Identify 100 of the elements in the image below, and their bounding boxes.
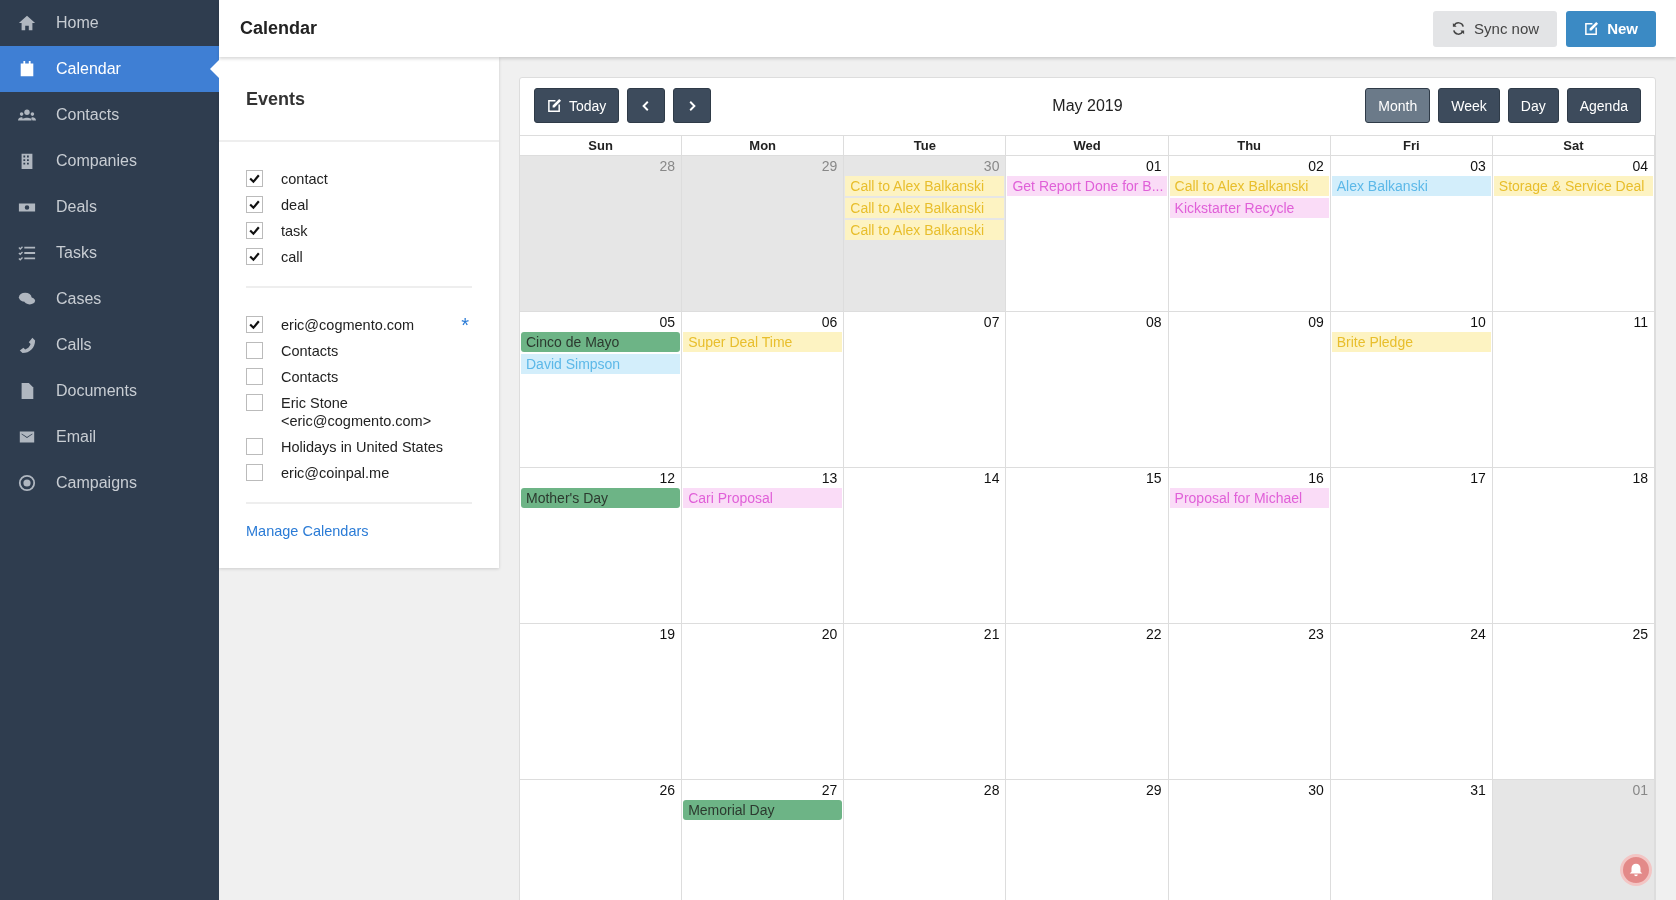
checkbox[interactable] bbox=[246, 464, 263, 481]
weekday-header: Thu bbox=[1168, 136, 1331, 156]
view-tab[interactable]: Month bbox=[1365, 88, 1431, 123]
day-number: 30 bbox=[1308, 782, 1324, 798]
day-cell[interactable]: 17 bbox=[1330, 468, 1493, 624]
sidebar-item[interactable]: Contacts bbox=[0, 92, 219, 138]
day-number: 20 bbox=[821, 626, 838, 642]
weekday-header: Wed bbox=[1006, 136, 1169, 156]
checkbox[interactable] bbox=[246, 170, 263, 187]
day-cell[interactable]: 12 Mother's Day bbox=[520, 468, 683, 624]
day-cell[interactable]: 15 bbox=[1006, 468, 1169, 624]
day-cell[interactable]: 22 bbox=[1006, 624, 1169, 780]
previous-button[interactable] bbox=[627, 88, 666, 123]
day-number: 21 bbox=[983, 626, 1000, 642]
default-marker: * bbox=[461, 316, 469, 334]
day-cell[interactable]: 14 bbox=[844, 468, 1007, 624]
day-number: 07 bbox=[983, 314, 1000, 330]
day-cell[interactable]: 20 bbox=[682, 624, 845, 780]
checkbox[interactable] bbox=[246, 196, 263, 213]
day-number: 24 bbox=[1470, 626, 1486, 642]
next-button[interactable] bbox=[673, 88, 712, 123]
sidebar-item[interactable]: Tasks bbox=[0, 230, 219, 276]
sidebar-item[interactable]: Home bbox=[0, 0, 219, 46]
checkbox[interactable] bbox=[246, 368, 263, 385]
month-title: May 2019 bbox=[1052, 96, 1123, 115]
day-number: 17 bbox=[1470, 470, 1486, 486]
view-tab[interactable]: Week bbox=[1438, 88, 1500, 123]
view-tab[interactable]: Day bbox=[1507, 88, 1559, 123]
checkbox[interactable] bbox=[246, 222, 263, 239]
day-number: 10 bbox=[1470, 314, 1486, 330]
day-number: 09 bbox=[1308, 314, 1324, 330]
day-cell[interactable]: 04 Storage & Service Deal bbox=[1492, 156, 1655, 312]
day-number: 30 bbox=[983, 158, 1000, 174]
view-tab[interactable]: Agenda bbox=[1566, 88, 1641, 123]
sidebar-item[interactable]: Email bbox=[0, 414, 219, 460]
sidebar-item[interactable]: Deals bbox=[0, 184, 219, 230]
day-number: 05 bbox=[659, 314, 676, 330]
day-number: 01 bbox=[1146, 158, 1162, 174]
day-cell[interactable]: 27 Memorial Day bbox=[682, 780, 845, 900]
day-cell[interactable]: 24 bbox=[1330, 624, 1493, 780]
day-cell[interactable]: 28 bbox=[844, 780, 1007, 900]
day-cell[interactable]: 29 bbox=[1006, 780, 1169, 900]
checkbox[interactable] bbox=[246, 342, 263, 359]
checkbox[interactable] bbox=[246, 438, 263, 455]
calendar-label: Contacts bbox=[281, 342, 340, 360]
day-cell[interactable]: 13 Cari Proposal bbox=[682, 468, 845, 624]
day-number: 25 bbox=[1632, 626, 1648, 642]
sidebar-item[interactable]: Documents bbox=[0, 368, 219, 414]
today-button[interactable]: Today bbox=[534, 88, 620, 123]
manage-calendars-link[interactable]: Manage Calendars bbox=[246, 523, 369, 539]
day-number: 16 bbox=[1308, 470, 1324, 486]
day-cell[interactable]: 18 bbox=[1492, 468, 1655, 624]
calendar-event[interactable]: Mother's Day bbox=[521, 488, 681, 508]
phone-icon bbox=[18, 336, 36, 354]
sidebar-item[interactable]: Companies bbox=[0, 138, 219, 184]
sidebar-item[interactable]: Calls bbox=[0, 322, 219, 368]
target-icon bbox=[18, 474, 36, 492]
day-cell[interactable]: 10 Brite Pledge bbox=[1330, 312, 1493, 468]
day-number: 03 bbox=[1470, 158, 1486, 174]
day-number: 01 bbox=[1632, 782, 1648, 798]
edit-icon bbox=[547, 98, 562, 113]
day-cell[interactable]: 07 bbox=[844, 312, 1007, 468]
day-cell[interactable]: 08 bbox=[1006, 312, 1169, 468]
day-cell[interactable]: 16 Proposal for Michael bbox=[1168, 468, 1331, 624]
day-cell[interactable]: 09 bbox=[1168, 312, 1331, 468]
sidebar-item[interactable]: Cases bbox=[0, 276, 219, 322]
new-button[interactable]: New bbox=[1566, 10, 1656, 47]
day-number: 02 bbox=[1308, 158, 1324, 174]
checkbox[interactable] bbox=[246, 394, 263, 411]
calendar-label: eric@coinpal.me bbox=[281, 464, 391, 482]
day-cell[interactable]: 30 bbox=[1168, 780, 1331, 900]
day-number: 29 bbox=[821, 158, 838, 174]
day-number: 26 bbox=[659, 782, 676, 798]
day-number: 08 bbox=[1146, 314, 1162, 330]
sync-button[interactable]: Sync now bbox=[1433, 10, 1558, 47]
calendar-event[interactable]: Memorial Day bbox=[683, 800, 843, 820]
day-number: 06 bbox=[821, 314, 838, 330]
day-cell[interactable]: 21 bbox=[844, 624, 1007, 780]
day-cell[interactable]: 26 bbox=[520, 780, 683, 900]
day-cell[interactable]: 31 bbox=[1330, 780, 1493, 900]
sidebar-item[interactable]: Calendar bbox=[0, 46, 219, 92]
calendar-label: Eric Stone <eric@cogmento.com> bbox=[281, 394, 433, 430]
day-cell[interactable]: 05 Cinco de Mayo David Simpson bbox=[520, 312, 683, 468]
day-number: 27 bbox=[821, 782, 838, 798]
edit-icon bbox=[1584, 21, 1600, 36]
calendar-label: Holidays in United States bbox=[281, 438, 444, 456]
panel-title: Events bbox=[219, 57, 499, 142]
day-cell[interactable]: 03 Alex Balkanski bbox=[1330, 156, 1493, 312]
checkbox[interactable] bbox=[246, 316, 263, 333]
checkbox-label: task bbox=[281, 222, 309, 240]
day-cell[interactable]: 19 bbox=[520, 624, 683, 780]
day-cell[interactable]: 23 bbox=[1168, 624, 1331, 780]
checkbox[interactable] bbox=[246, 248, 263, 265]
bell-icon bbox=[1627, 861, 1645, 879]
day-cell[interactable]: 06 Super Deal Time bbox=[682, 312, 845, 468]
sidebar-item[interactable]: Campaigns bbox=[0, 460, 219, 506]
calendar-event[interactable]: Cinco de Mayo bbox=[521, 332, 681, 352]
day-cell[interactable]: 01 Get Report Done for B... bbox=[1006, 156, 1169, 312]
day-cell[interactable]: 11 bbox=[1492, 312, 1655, 468]
calendar-label: Contacts bbox=[281, 368, 340, 386]
